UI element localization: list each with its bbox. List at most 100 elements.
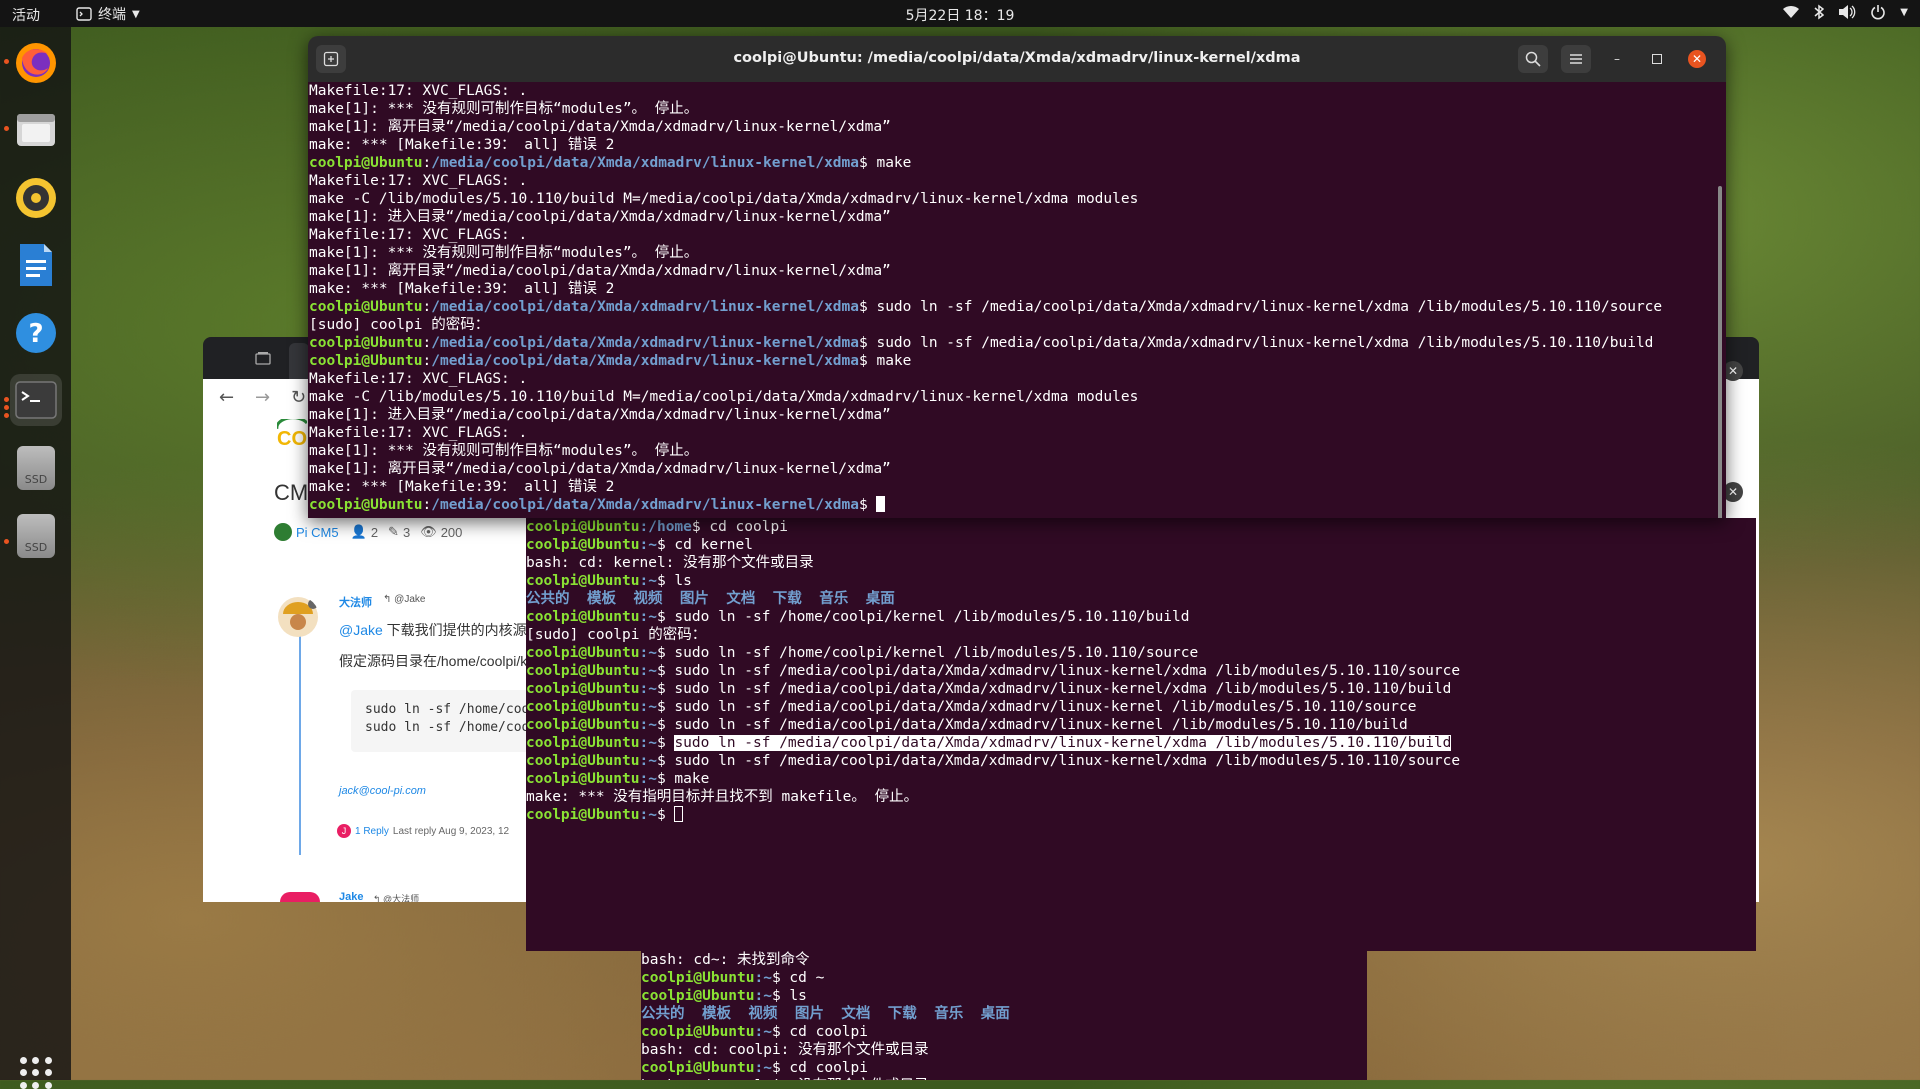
browser-tab[interactable] <box>289 343 309 379</box>
post-text-1-body: 下载我们提供的内核源 <box>382 622 527 638</box>
close-icon[interactable]: ✕ <box>1723 361 1743 381</box>
terminal-line: make -C /lib/modules/5.10.110/build M=/m… <box>309 388 1726 406</box>
terminal-line: coolpi@Ubuntu:~$ sudo ln -sf /media/cool… <box>526 698 1756 716</box>
post-author[interactable]: Jake <box>339 891 363 903</box>
activities-button[interactable]: 活动 <box>12 5 40 25</box>
output-text: bash: cd: kernel: 没有那个文件或目录 <box>526 555 814 571</box>
terminal-line: coolpi@Ubuntu:~$ sudo ln -sf /home/coolp… <box>526 644 1756 662</box>
show-apps-icon[interactable] <box>20 1057 52 1089</box>
dock-help[interactable]: ? <box>10 307 62 359</box>
bluetooth-icon[interactable] <box>1814 4 1825 20</box>
command-text: $ make <box>656 771 710 787</box>
avatar[interactable] <box>280 892 320 902</box>
terminal-line: coolpi@Ubuntu:~$ cd kernel <box>526 536 1756 554</box>
category-link[interactable]: Pi CM5 <box>296 525 339 540</box>
terminal-output-2[interactable]: coolpi@Ubuntu:/home$ cd coolpi coolpi@Ubu… <box>526 518 1756 951</box>
terminal-line: make[1]: 进入目录“/media/coolpi/data/Xmda/xd… <box>309 208 1726 226</box>
forward-arrow-icon[interactable]: → <box>255 387 270 408</box>
files-icon <box>17 114 55 146</box>
tab-overview-icon[interactable] <box>255 351 271 365</box>
prompt-user: coolpi@Ubuntu <box>641 1060 755 1076</box>
prompt-path: :~ <box>639 681 657 697</box>
prompt-path: :~ <box>754 970 772 986</box>
terminal-output-main[interactable]: Makefile:17: XVC_FLAGS: . make[1]: *** 没有… <box>308 82 1726 518</box>
terminal-line: coolpi@Ubuntu:~$ sudo ln -sf /media/cool… <box>526 734 1756 752</box>
chevron-down-icon[interactable]: ▼ <box>1900 7 1908 18</box>
dock-ssd-2[interactable]: SSD <box>10 510 62 562</box>
dock-firefox[interactable] <box>10 37 62 89</box>
avatar[interactable] <box>277 596 319 638</box>
thread-line <box>299 605 301 855</box>
prompt-user: coolpi@Ubuntu <box>526 735 640 751</box>
terminal-line: coolpi@Ubuntu:~$ cd coolpi <box>641 1059 1367 1077</box>
code-line-2: sudo ln -sf /home/coo <box>365 720 529 735</box>
prompt-user: coolpi@Ubuntu <box>526 717 640 733</box>
search-icon <box>1525 51 1541 67</box>
ssd-icon: SSD <box>17 446 55 490</box>
terminal-line: coolpi@Ubuntu:/media/coolpi/data/Xmda/xd… <box>309 298 1726 316</box>
prompt-user: coolpi@Ubuntu <box>526 663 640 679</box>
terminal-line: make[1]: *** 没有规则可制作目标“modules”。 停止。 <box>309 244 1726 262</box>
terminal-window-3[interactable]: bash: cd~: 未找到命令 coolpi@Ubuntu:~$ cd ~ coo… <box>641 951 1367 1080</box>
dock-terminal[interactable] <box>10 374 62 426</box>
code-line-2-text: sudo ln -sf /home/coo <box>365 720 530 735</box>
back-arrow-icon[interactable]: ← <box>219 387 234 408</box>
output-text: make[1]: *** 没有规则可制作目标“modules”。 停止。 <box>309 245 699 261</box>
terminal-window-main[interactable]: coolpi@Ubuntu: /media/coolpi/data/Xmda/x… <box>308 36 1726 518</box>
terminal-window-2[interactable]: coolpi@Ubuntu:/home$ cd coolpi coolpi@Ubu… <box>526 518 1756 951</box>
maximize-button[interactable] <box>1648 50 1666 68</box>
email-link[interactable]: jack@cool-pi.com <box>339 785 426 797</box>
prompt-user: coolpi@Ubuntu <box>641 988 755 1004</box>
views-count: 200 <box>440 524 463 540</box>
wifi-icon[interactable] <box>1782 5 1800 19</box>
terminal-small-icon <box>76 7 92 21</box>
terminal-output-3[interactable]: bash: cd~: 未找到命令 coolpi@Ubuntu:~$ cd ~ coo… <box>641 951 1367 1080</box>
command-text: $ cd coolpi <box>771 1024 868 1040</box>
close-icon[interactable]: ✕ <box>1723 482 1743 502</box>
ssd-icon: SSD <box>17 514 55 558</box>
reply-to[interactable]: ↰ @Jake <box>383 594 425 605</box>
prompt-user: coolpi@Ubuntu <box>309 299 423 315</box>
svg-text:CO: CO <box>277 428 307 445</box>
close-button[interactable]: ✕ <box>1688 50 1706 68</box>
minimize-button[interactable]: – <box>1608 50 1626 68</box>
menu-button[interactable] <box>1561 45 1591 73</box>
command-text: $ sudo ln -sf /home/coolpi/kernel /lib/m… <box>656 609 1190 625</box>
power-icon[interactable] <box>1870 4 1886 20</box>
prompt-path: :/home <box>639 519 692 535</box>
mention-link[interactable]: @Jake <box>339 622 383 638</box>
volume-icon[interactable] <box>1838 4 1856 20</box>
post-author[interactable]: 大法师 <box>339 594 372 610</box>
scrollbar[interactable] <box>1718 186 1722 518</box>
close-icon: ✕ <box>1691 52 1703 66</box>
dock-files[interactable] <box>10 104 62 156</box>
prompt-path: :~ <box>639 573 657 589</box>
output-text: make[1]: *** 没有规则可制作目标“modules”。 停止。 <box>309 443 699 459</box>
terminal-line: coolpi@Ubuntu:~$ cd ~ <box>641 969 1367 987</box>
dock-ssd-1[interactable]: SSD <box>10 442 62 494</box>
reply-count[interactable]: 1 Reply <box>355 826 389 837</box>
prompt-user: coolpi@Ubuntu <box>309 335 423 351</box>
terminal-line: [sudo] coolpi 的密码： <box>309 316 1726 334</box>
code-line-1: sudo ln -sf /home/coo <box>365 702 529 717</box>
posts-icon: ✎ <box>388 524 399 539</box>
title-bar[interactable]: coolpi@Ubuntu: /media/coolpi/data/Xmda/x… <box>308 36 1726 82</box>
directory-list: 公共的 模板 视频 图片 文档 下载 音乐 桌面 <box>526 591 895 607</box>
prompt-user: coolpi@Ubuntu <box>526 609 640 625</box>
prompt-path: :~ <box>639 807 657 823</box>
search-button[interactable] <box>1518 45 1548 73</box>
reply-to-name: @Jake <box>394 594 426 605</box>
system-tray[interactable]: ▼ <box>1782 4 1908 20</box>
clock[interactable]: 5月22日 18：19 <box>906 8 1015 24</box>
reload-icon[interactable]: ↻ <box>291 387 306 408</box>
prompt-user: coolpi@Ubuntu <box>526 519 640 535</box>
category-icon <box>274 523 292 541</box>
dock-writer[interactable] <box>10 239 62 291</box>
dock-rhythmbox[interactable] <box>10 172 62 224</box>
users-icon: 👤 <box>350 524 367 539</box>
app-menu[interactable]: 终端 ▼ <box>76 4 140 24</box>
reply-summary[interactable]: J 1 Reply Last reply Aug 9, 2023, 12 <box>337 824 509 838</box>
prompt-path: :~ <box>639 663 657 679</box>
terminal-line: make[1]: 离开目录“/media/coolpi/data/Xmda/xd… <box>309 118 1726 136</box>
reply-to[interactable]: ↰ @大法师 <box>373 892 419 902</box>
